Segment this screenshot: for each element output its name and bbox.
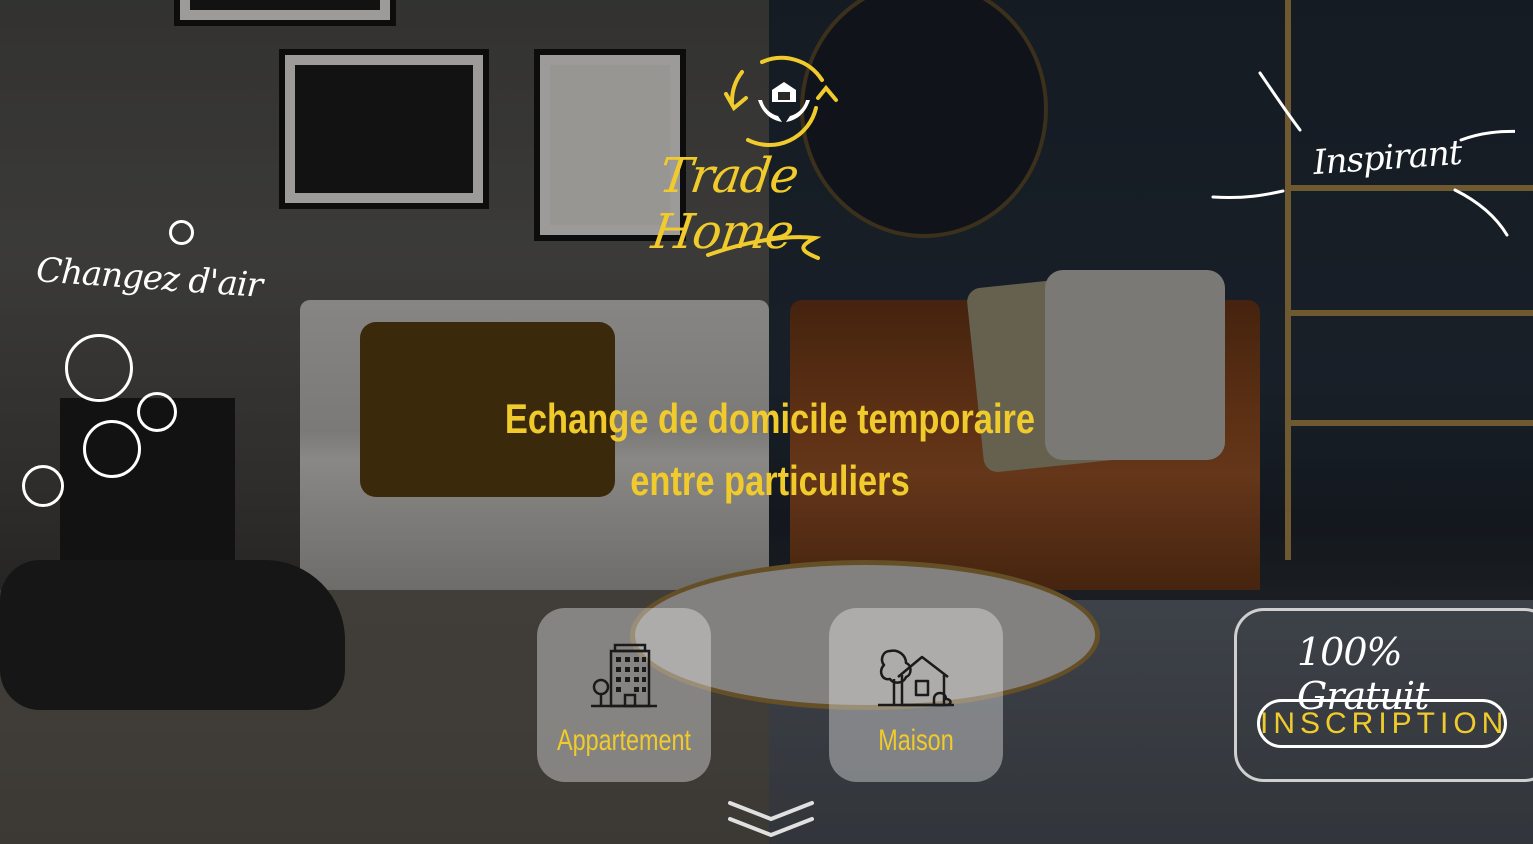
house-with-tree-icon [878,649,954,707]
double-chevron-down-icon[interactable] [726,797,816,843]
hero-line-1: Echange de domicile temporaire [504,395,1036,442]
hero-headline: Echange de domicile temporaire entre par… [499,388,1040,512]
apartment-card-label: Appartement [557,724,691,757]
bubble-decoration [169,220,194,245]
house-card[interactable]: Maison [829,608,1003,782]
house-card-label: Maison [878,724,954,757]
bubble-decoration [65,334,133,402]
bubble-decoration [22,465,64,507]
bubble-decoration [83,420,141,478]
apartment-card[interactable]: Appartement [537,608,711,782]
brush-stroke-decoration [1211,71,1515,237]
bubble-decoration [137,392,177,432]
apartment-building-icon [591,643,657,708]
hero-line-2: entre particuliers [630,457,910,504]
brand-name: Trade Home [648,148,802,260]
signup-button[interactable]: INSCRIPTION [1257,699,1507,748]
